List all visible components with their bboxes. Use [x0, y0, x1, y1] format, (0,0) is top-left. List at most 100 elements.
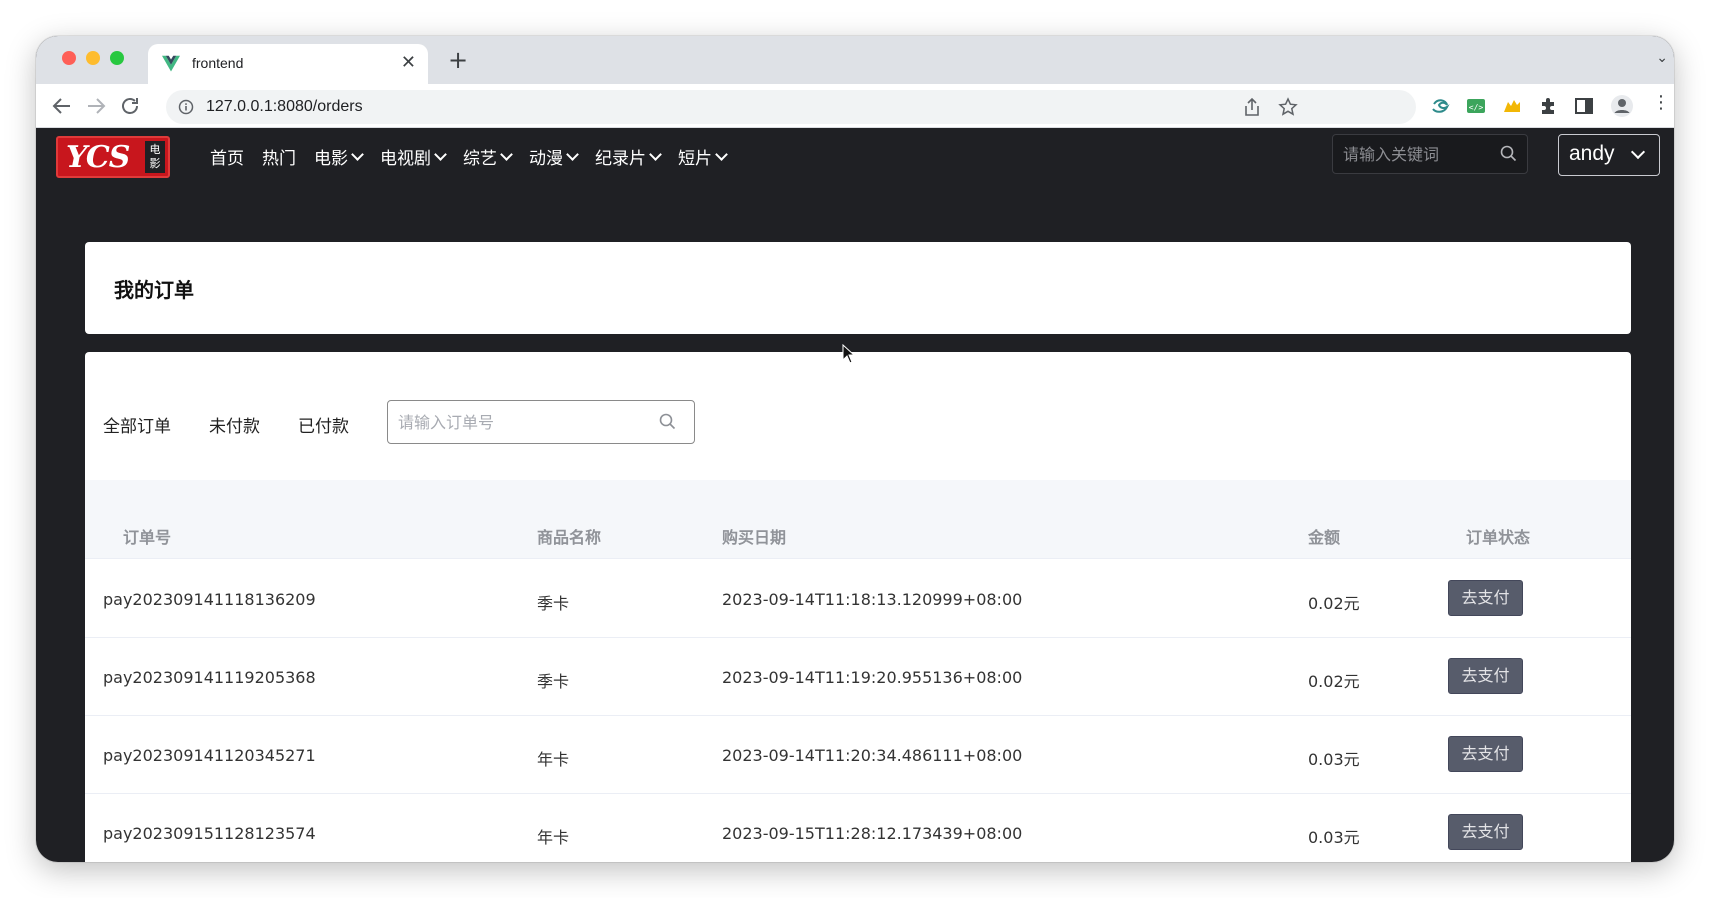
new-tab-button[interactable]: + — [448, 48, 468, 72]
address-url: 127.0.0.1:8080/orders — [206, 98, 363, 115]
column-header-status: 订单状态 — [1466, 528, 1531, 547]
profile-avatar-icon[interactable] — [1610, 94, 1634, 118]
tab-close-icon[interactable]: ✕ — [401, 53, 416, 73]
order-search-box[interactable] — [387, 400, 695, 444]
nav-item-label: 首页 — [210, 149, 244, 169]
user-menu-button[interactable]: andy — [1558, 134, 1660, 176]
cell-amount: 0.03元 — [1308, 750, 1360, 769]
filter-paid[interactable]: 已付款 — [298, 412, 349, 437]
extensions-puzzle-icon[interactable] — [1538, 96, 1558, 116]
chevron-down-icon — [1630, 144, 1646, 160]
browser-tab-active[interactable]: frontend ✕ — [148, 44, 428, 84]
table-row: pay202309141119205368 季卡 2023-09-14T11:19:… — [85, 638, 1631, 716]
extension-cat-icon[interactable] — [1502, 96, 1522, 116]
nav-item-label: 电视剧 — [380, 149, 431, 169]
search-icon[interactable] — [1500, 145, 1517, 162]
column-header-amount: 金额 — [1308, 528, 1341, 547]
nav-item-1[interactable]: 热门 — [262, 144, 296, 169]
cell-order-no: pay202309151128123574 — [103, 824, 316, 843]
svg-text:</>: </> — [1469, 103, 1484, 112]
mouse-cursor-icon — [842, 344, 856, 364]
reload-icon[interactable] — [118, 94, 142, 118]
cell-product: 季卡 — [537, 672, 570, 691]
cell-product: 年卡 — [537, 750, 570, 769]
orders-card: 全部订单 未付款 已付款 订单号 商品名称 购买日期 金额 订单状态 pay20… — [85, 352, 1631, 862]
nav-item-0[interactable]: 首页 — [210, 144, 244, 169]
tab-title: frontend — [192, 55, 244, 71]
cell-date: 2023-09-15T11:28:12.173439+08:00 — [722, 824, 1023, 843]
chevron-down-icon — [649, 147, 662, 161]
table-row: pay202309151128123574 年卡 2023-09-15T11:28:… — [85, 794, 1631, 862]
keyword-search-input[interactable] — [1343, 143, 1483, 165]
pay-button[interactable]: 去支付 — [1448, 580, 1523, 616]
keyword-search-box[interactable] — [1332, 134, 1528, 174]
nav-item-7[interactable]: 短片 — [678, 144, 728, 169]
cell-order-no: pay202309141119205368 — [103, 668, 316, 687]
table-row: pay202309141118136209 季卡 2023-09-14T11:18:… — [85, 560, 1631, 638]
cell-date: 2023-09-14T11:18:13.120999+08:00 — [722, 590, 1023, 609]
tab-strip: frontend ✕ + ⌄ — [36, 36, 1674, 84]
extension-code-icon[interactable]: </> — [1466, 96, 1486, 116]
forward-arrow-icon[interactable] — [84, 94, 108, 118]
cell-product: 季卡 — [537, 594, 570, 613]
filter-unpaid[interactable]: 未付款 — [209, 412, 260, 437]
close-window-button[interactable] — [62, 51, 76, 65]
back-arrow-icon[interactable] — [50, 94, 74, 118]
orders-table-header: 订单号 商品名称 购买日期 金额 订单状态 — [85, 480, 1631, 559]
table-row: pay202309141120345271 年卡 2023-09-14T11:20:… — [85, 716, 1631, 794]
page-title: 我的订单 — [114, 278, 194, 302]
order-filter-tabs: 全部订单 未付款 已付款 — [103, 412, 387, 437]
main-nav: 首页 热门 电影 电视剧 综艺 动漫 纪录片 短片 — [210, 144, 744, 169]
search-icon[interactable] — [659, 413, 676, 430]
site-logo[interactable]: YCS 电影 — [56, 136, 170, 178]
chevron-down-icon — [715, 147, 728, 161]
pay-button[interactable]: 去支付 — [1448, 736, 1523, 772]
cell-amount: 0.02元 — [1308, 672, 1360, 691]
nav-item-label: 动漫 — [529, 149, 563, 169]
nav-item-2[interactable]: 电影 — [314, 144, 364, 169]
share-icon[interactable] — [1242, 97, 1262, 117]
cell-order-no: pay202309141120345271 — [103, 746, 316, 765]
column-header-order-no: 订单号 — [123, 528, 172, 547]
maximize-window-button[interactable] — [110, 51, 124, 65]
app-header: YCS 电影 首页热门电影电视剧综艺动漫纪录片短片 andy — [36, 128, 1674, 184]
logo-subtext: 电影 — [145, 141, 165, 173]
nav-item-label: 电影 — [314, 149, 348, 169]
user-name: andy — [1569, 142, 1615, 165]
column-header-date: 购买日期 — [722, 528, 787, 547]
chevron-down-icon — [434, 147, 447, 161]
cell-amount: 0.03元 — [1308, 828, 1360, 847]
column-header-product: 商品名称 — [537, 528, 602, 547]
site-info-icon[interactable] — [178, 99, 194, 115]
chevron-down-icon — [500, 147, 513, 161]
chevron-down-icon — [566, 147, 579, 161]
pay-button[interactable]: 去支付 — [1448, 814, 1523, 850]
minimize-window-button[interactable] — [86, 51, 100, 65]
cell-product: 年卡 — [537, 828, 570, 847]
nav-item-4[interactable]: 综艺 — [463, 144, 513, 169]
filter-all-orders[interactable]: 全部订单 — [103, 412, 171, 437]
cell-date: 2023-09-14T11:19:20.955136+08:00 — [722, 668, 1023, 687]
nav-item-label: 短片 — [678, 149, 712, 169]
chevron-down-icon — [351, 147, 364, 161]
side-panel-icon[interactable] — [1574, 96, 1594, 116]
bookmark-star-icon[interactable] — [1278, 97, 1298, 117]
nav-item-6[interactable]: 纪录片 — [595, 144, 662, 169]
nav-item-label: 纪录片 — [595, 149, 646, 169]
tab-search-chevron-icon[interactable]: ⌄ — [1656, 50, 1668, 66]
nav-item-5[interactable]: 动漫 — [529, 144, 579, 169]
logo-text: YCS — [66, 140, 130, 175]
browser-toolbar: 127.0.0.1:8080/orders </> ⋮ — [36, 84, 1674, 128]
nav-item-label: 综艺 — [463, 149, 497, 169]
cell-date: 2023-09-14T11:20:34.486111+08:00 — [722, 746, 1023, 765]
pay-button[interactable]: 去支付 — [1448, 658, 1523, 694]
address-bar[interactable]: 127.0.0.1:8080/orders — [166, 90, 1416, 124]
order-number-input[interactable] — [398, 411, 638, 433]
nav-item-3[interactable]: 电视剧 — [380, 144, 447, 169]
extension-swirl-icon[interactable] — [1430, 96, 1450, 116]
vue-logo-icon — [162, 55, 180, 72]
browser-menu-icon[interactable]: ⋮ — [1652, 92, 1672, 113]
page-title-card: 我的订单 — [85, 242, 1631, 334]
cell-order-no: pay202309141118136209 — [103, 590, 316, 609]
nav-item-label: 热门 — [262, 149, 296, 169]
